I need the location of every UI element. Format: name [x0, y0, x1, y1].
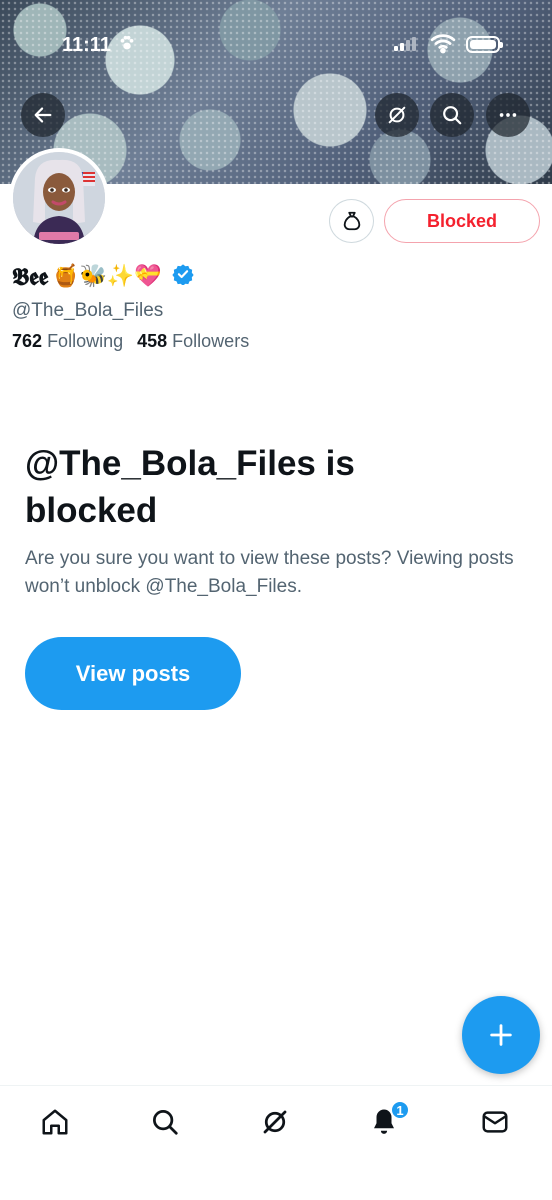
notification-badge: 1 — [390, 1100, 410, 1120]
followers-link[interactable]: 458 Followers — [137, 331, 249, 352]
more-options-button[interactable] — [486, 93, 530, 137]
profile-handle: @The_Bola_Files — [12, 300, 164, 321]
nav-notifications[interactable]: 1 — [362, 1100, 410, 1144]
search-icon — [443, 106, 462, 125]
mail-icon — [482, 1111, 508, 1133]
grok-icon — [263, 1110, 287, 1134]
compose-post-button[interactable] — [462, 996, 540, 1074]
cellular-signal-icon — [394, 37, 416, 51]
avatar[interactable] — [9, 148, 109, 248]
following-label: Following — [47, 331, 124, 351]
status-time: 11:11 — [62, 34, 111, 56]
nav-search[interactable] — [143, 1100, 187, 1144]
grok-button[interactable] — [375, 93, 419, 137]
search-button[interactable] — [430, 93, 474, 137]
verified-badge-icon[interactable] — [172, 262, 194, 291]
tip-button[interactable] — [329, 199, 374, 243]
arrow-left-icon — [34, 107, 52, 123]
blocked-description: Are you sure you want to view these post… — [25, 548, 514, 597]
avatar-image — [13, 152, 105, 244]
nav-grok[interactable] — [253, 1100, 297, 1144]
nav-messages[interactable] — [473, 1100, 517, 1144]
followers-count: 458 — [137, 331, 168, 351]
follow-stats: 762 Following 458 Followers — [12, 331, 249, 352]
status-bar: 11:11 — [0, 28, 552, 64]
search-icon — [153, 1110, 178, 1135]
home-icon — [42, 1109, 68, 1135]
wifi-icon — [430, 32, 456, 59]
display-name-text: 𝕭𝖊𝖊 — [12, 262, 49, 291]
following-count: 762 — [12, 331, 43, 351]
more-dots-icon — [499, 113, 517, 117]
bottom-navigation: 1 — [0, 1085, 552, 1200]
paw-icon — [118, 34, 136, 57]
following-link[interactable]: 762 Following — [12, 331, 123, 352]
display-name: 𝕭𝖊𝖊 🍯🐝✨💝 — [12, 262, 194, 291]
money-bag-icon — [343, 211, 360, 231]
grok-icon — [388, 106, 406, 124]
nav-home[interactable] — [33, 1100, 77, 1144]
display-name-emoji: 🍯🐝✨💝 — [52, 264, 162, 289]
back-button[interactable] — [21, 93, 65, 137]
battery-icon — [466, 36, 503, 53]
blocked-button[interactable]: Blocked — [384, 199, 540, 243]
blocked-title: @The_Bola_Files is blocked — [25, 444, 355, 530]
followers-label: Followers — [172, 331, 250, 351]
view-posts-button[interactable]: View posts — [25, 637, 241, 710]
plus-icon — [490, 1024, 512, 1046]
